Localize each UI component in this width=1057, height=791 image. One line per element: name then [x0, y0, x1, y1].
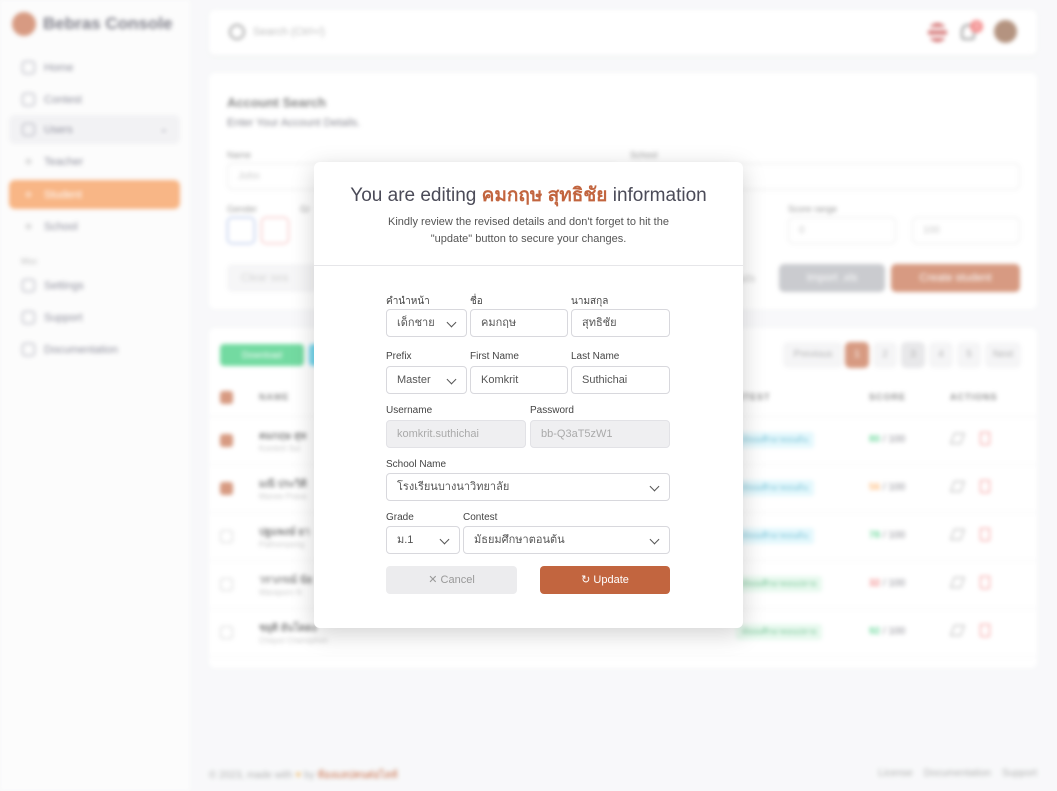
contest-value: มัธยมศึกษาตอนต้น — [474, 534, 565, 546]
title-student-name: คมกฤษ สุทธิชัย — [481, 185, 608, 206]
thai-first-name-input[interactable]: คมกฤษ — [470, 309, 568, 337]
grade-select[interactable]: ม.1 — [386, 526, 460, 554]
update-button[interactable]: ↻ Update — [540, 566, 670, 594]
cancel-label: Cancel — [440, 574, 475, 586]
cancel-button[interactable]: ✕ Cancel — [386, 566, 517, 594]
first-name-input[interactable]: Komkrit — [470, 366, 568, 394]
chevron-down-icon — [446, 374, 457, 385]
modal-description: Kindly review the revised details and do… — [388, 216, 669, 245]
thai-last-name-input[interactable]: สุทธิชัย — [571, 309, 670, 337]
grade-value: ม.1 — [397, 534, 414, 546]
edit-student-modal: You are editing คมกฤษ สุทธิชัย informati… — [314, 162, 743, 628]
username-label: Username — [386, 405, 433, 416]
contest-label: Contest — [463, 512, 498, 523]
chevron-down-icon — [446, 317, 457, 328]
chevron-down-icon — [439, 534, 450, 545]
last-name-input[interactable]: Suthichai — [571, 366, 670, 394]
prefix-value: Master — [397, 374, 431, 386]
school-name-value: โรงเรียนบางนาวิทยาลัย — [397, 481, 510, 493]
title-prefix: You are editing — [350, 185, 477, 206]
close-icon: ✕ — [428, 574, 438, 586]
password-label: Password — [530, 405, 574, 416]
chevron-down-icon — [649, 534, 660, 545]
password-input: bb-Q3aT5zW1 — [530, 420, 670, 448]
update-label: Update — [593, 574, 629, 586]
thai-prefix-label: คำนำหน้า — [386, 296, 430, 307]
title-suffix: information — [612, 185, 707, 206]
school-name-label: School Name — [386, 459, 447, 470]
grade-label: Grade — [386, 512, 414, 523]
modal-divider — [314, 265, 743, 266]
thai-last-name-label: นามสกุล — [571, 296, 609, 307]
contest-select[interactable]: มัธยมศึกษาตอนต้น — [463, 526, 670, 554]
thai-first-name-label: ชื่อ — [470, 296, 483, 307]
prefix-select[interactable]: Master — [386, 366, 467, 394]
thai-prefix-value: เด็กชาย — [397, 317, 435, 329]
refresh-icon: ↻ — [581, 574, 591, 586]
prefix-label: Prefix — [386, 351, 412, 362]
school-name-select[interactable]: โรงเรียนบางนาวิทยาลัย — [386, 473, 670, 501]
username-input: komkrit.suthichai — [386, 420, 526, 448]
modal-title: You are editing คมกฤษ สุทธิชัย informati… — [314, 180, 743, 210]
first-name-label: First Name — [470, 351, 519, 362]
last-name-label: Last Name — [571, 351, 620, 362]
thai-prefix-select[interactable]: เด็กชาย — [386, 309, 467, 337]
chevron-down-icon — [649, 481, 660, 492]
